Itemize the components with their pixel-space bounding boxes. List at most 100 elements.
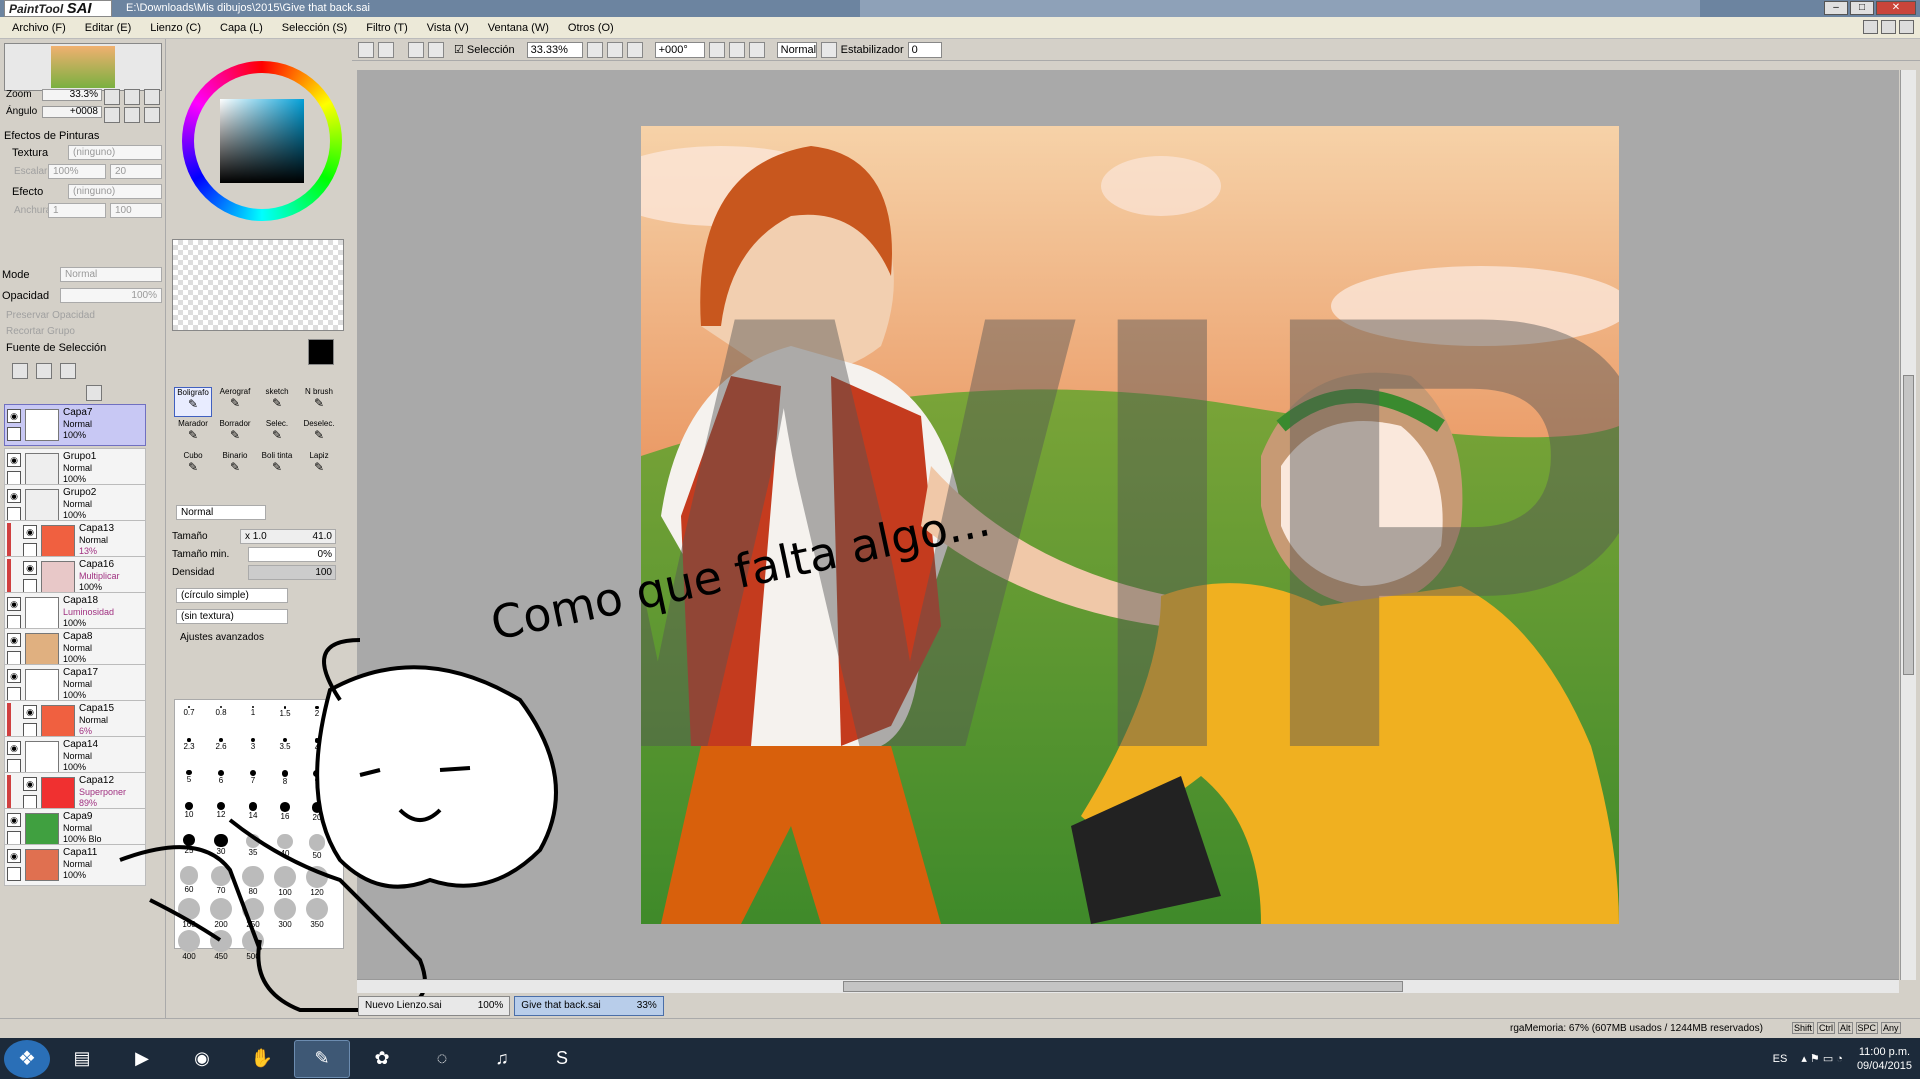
eye-icon[interactable]: ◉ (7, 741, 21, 755)
brush-size-preset[interactable]: 4 (303, 738, 331, 752)
brush-size-preset[interactable]: 70 (207, 866, 235, 895)
flip-button[interactable] (820, 41, 837, 58)
eye-icon[interactable]: ◉ (7, 597, 21, 611)
color-square[interactable] (220, 99, 304, 183)
effect-select[interactable]: (ninguno) (68, 184, 162, 199)
eye-icon[interactable]: ◉ (23, 777, 37, 791)
lock-icon[interactable] (7, 615, 21, 629)
brush-size-preset[interactable]: 12 (207, 802, 235, 819)
eye-icon[interactable]: ◉ (23, 561, 37, 575)
clock[interactable]: 11:00 p.m. 09/04/2015 (1857, 1045, 1912, 1073)
brush-size-preset[interactable]: 160 (175, 898, 203, 929)
brush-size-preset[interactable]: 10 (175, 802, 203, 819)
brush-tool[interactable]: N brush ✎ (300, 387, 338, 417)
brush-tool[interactable]: Boligrafo ✎ (174, 387, 212, 417)
min-size-slider[interactable]: 0% (248, 547, 336, 562)
vertical-scrollbar[interactable] (1900, 70, 1916, 980)
lock-icon[interactable] (7, 867, 21, 881)
angle-slider[interactable]: +0008 (42, 106, 102, 118)
chrome-icon[interactable]: ◉ (174, 1040, 230, 1078)
advanced-settings-toggle[interactable]: Ajustes avanzados (180, 632, 264, 643)
texture-select[interactable]: (ninguno) (68, 145, 162, 160)
rotate-ccw-button[interactable] (708, 41, 725, 58)
brush-tool[interactable]: Lapiz ✎ (300, 451, 338, 481)
brush-size-preset[interactable]: 20 (303, 802, 331, 822)
zoom-in-button[interactable] (124, 89, 140, 105)
eye-icon[interactable]: ◉ (7, 849, 21, 863)
scratchpad[interactable] (172, 239, 344, 331)
lock-icon[interactable] (7, 759, 21, 773)
document-tab[interactable]: Give that back.sai 33% (514, 996, 664, 1016)
artwork-canvas[interactable]: WIP (641, 126, 1619, 924)
brush-mode-select[interactable]: Normal (176, 505, 266, 520)
brush-size-preset[interactable]: 400 (175, 930, 203, 961)
explorer-icon[interactable]: ▤ (54, 1040, 110, 1078)
delete-layer-button[interactable] (86, 385, 102, 401)
brush-size-preset[interactable]: 9 (303, 770, 331, 786)
lock-icon[interactable] (23, 543, 37, 557)
painttool-sai-icon[interactable]: ✎ (294, 1039, 350, 1078)
menu-item[interactable]: Otros (O) (568, 22, 614, 34)
brush-size-preset[interactable]: 16 (271, 802, 299, 821)
brush-tool[interactable]: Aerograf ✎ (216, 387, 254, 417)
rotation-field[interactable]: +000° (654, 41, 705, 58)
brush-tool[interactable]: Marador ✎ (174, 419, 212, 449)
zoom-in-tb-button[interactable] (606, 41, 623, 58)
rotate-reset-tb-button[interactable] (748, 41, 765, 58)
brush-size-preset[interactable]: 5 (175, 770, 203, 784)
rotate-right-button[interactable] (124, 107, 140, 123)
menu-item[interactable]: Capa (L) (220, 22, 263, 34)
brush-size-preset[interactable]: 50 (303, 834, 331, 860)
color-wheel[interactable] (182, 61, 342, 221)
redo-button[interactable] (378, 41, 394, 58)
brush-tool[interactable]: Borrador ✎ (216, 419, 254, 449)
lock-icon[interactable] (7, 651, 21, 665)
media-player-icon[interactable]: ▶ (114, 1040, 170, 1078)
size-slider[interactable]: x 1.0 41.0 (240, 529, 336, 544)
brush-tool[interactable]: Binario ✎ (216, 451, 254, 481)
menu-item[interactable]: Ventana (W) (488, 22, 549, 34)
navigator-preview[interactable] (4, 43, 162, 91)
width-field[interactable]: 1 (48, 203, 106, 218)
width-num[interactable]: 100 (110, 203, 162, 218)
brush-size-preset[interactable]: 25 (175, 834, 203, 855)
brush-size-preset[interactable]: 200 (207, 898, 235, 929)
horizontal-scrollbar[interactable] (357, 979, 1899, 993)
stabilizer-select[interactable]: 0 (907, 41, 942, 58)
brush-size-preset[interactable]: 6 (207, 770, 235, 785)
eye-icon[interactable]: ◉ (7, 633, 21, 647)
mdi-restore-button[interactable] (1881, 20, 1896, 34)
clip-group-checkbox[interactable]: Recortar Grupo (6, 326, 75, 337)
menu-item[interactable]: Editar (E) (85, 22, 131, 34)
selection-source-checkbox[interactable]: Fuente de Selección (6, 342, 106, 354)
brush-size-preset[interactable]: 2.6 (207, 738, 235, 751)
zoom-field[interactable]: 33.33% (526, 41, 583, 58)
rotate-reset-button[interactable] (144, 107, 160, 123)
layer-row[interactable]: ◉ Capa7 Normal 100% (4, 404, 146, 446)
obs-icon[interactable]: ◌ (414, 1040, 470, 1078)
brush-size-preset[interactable]: 14 (239, 802, 267, 820)
mdi-close-button[interactable] (1899, 20, 1914, 34)
brush-size-preset[interactable]: 250 (239, 898, 267, 929)
brush-size-preset[interactable]: 60 (175, 866, 203, 894)
lock-icon[interactable] (7, 471, 21, 485)
eye-icon[interactable]: ◉ (23, 525, 37, 539)
brush-size-preset[interactable]: 1 (239, 706, 267, 717)
brush-tool[interactable]: sketch ✎ (258, 387, 296, 417)
brush-texture-select[interactable]: (sin textura) (176, 609, 288, 624)
brush-size-preset[interactable]: 40 (271, 834, 299, 858)
new-linework-layer-button[interactable] (36, 363, 52, 379)
maximize-button[interactable]: □ (1850, 1, 1874, 15)
brush-size-preset[interactable]: 2.3 (175, 738, 203, 751)
lock-icon[interactable] (7, 427, 21, 441)
spotify-icon[interactable]: ♫ (474, 1040, 530, 1078)
document-tab[interactable]: Nuevo Lienzo.sai 100% (358, 996, 511, 1016)
brush-size-preset[interactable]: 450 (207, 930, 235, 961)
lock-icon[interactable] (7, 831, 21, 845)
eye-icon[interactable]: ◉ (7, 813, 21, 827)
brush-size-preset[interactable]: 7 (239, 770, 267, 785)
eye-icon[interactable]: ◉ (23, 705, 37, 719)
lock-icon[interactable] (7, 507, 21, 521)
language-indicator[interactable]: ES (1773, 1053, 1788, 1065)
rotate-cw-button[interactable] (728, 41, 745, 58)
